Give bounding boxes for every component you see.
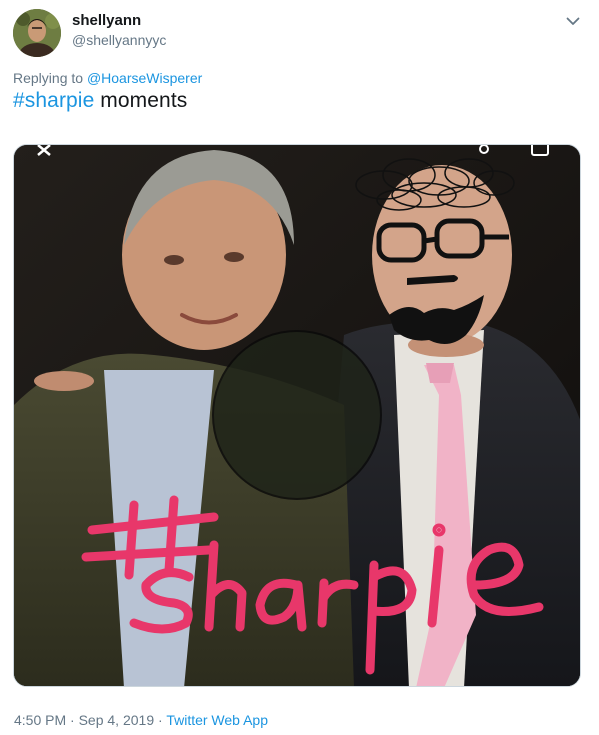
source-app-link[interactable]: Twitter Web App xyxy=(166,712,268,728)
tweet-time[interactable]: 4:50 PM xyxy=(14,712,66,728)
replying-to-label: Replying to xyxy=(13,70,84,86)
hashtag-link[interactable]: #sharpie xyxy=(13,89,94,112)
tweet-text: #sharpie moments xyxy=(13,89,187,113)
tweet-date[interactable]: Sep 4, 2019 xyxy=(79,712,155,728)
tweet: shellyann @shellyannyyc Replying to @Hoa… xyxy=(0,0,599,735)
meta-separator: · xyxy=(66,712,79,728)
user-display-name[interactable]: shellyann xyxy=(72,12,141,29)
photo-two-men-sharpie xyxy=(14,145,580,686)
chevron-down-icon[interactable] xyxy=(564,12,582,30)
user-handle[interactable]: @shellyannyyc xyxy=(72,32,166,48)
meta-separator: · xyxy=(154,712,167,728)
avatar[interactable] xyxy=(13,9,61,57)
reply-mention-link[interactable]: @HoarseWisperer xyxy=(87,70,202,86)
tweet-meta: 4:50 PM · Sep 4, 2019 · Twitter Web App xyxy=(14,712,268,728)
replying-to-line: Replying to @HoarseWisperer xyxy=(13,70,202,86)
portrait-avatar-icon xyxy=(13,9,61,57)
tweet-media-image[interactable] xyxy=(13,144,581,687)
tweet-body: moments xyxy=(94,89,188,112)
